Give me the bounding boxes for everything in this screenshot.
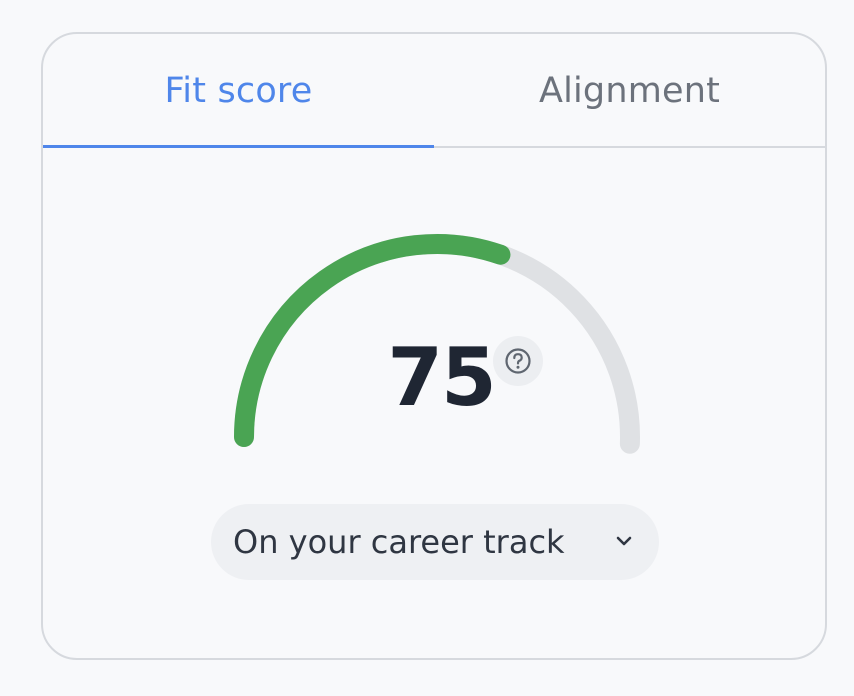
fit-score-card: Fit score Alignment 75 On your career tr… [41,32,827,660]
career-track-dropdown[interactable]: On your career track [211,504,659,580]
question-circle-icon [505,348,531,374]
career-track-label: On your career track [233,523,565,561]
score-help-button[interactable] [493,336,543,386]
chevron-down-icon [616,536,632,546]
score-value: 75 [387,331,496,424]
